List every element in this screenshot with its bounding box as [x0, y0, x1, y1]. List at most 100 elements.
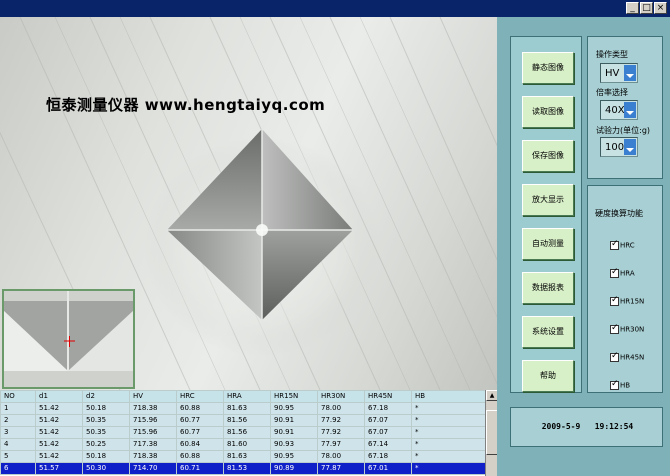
- table-cell: 67.18: [364, 402, 412, 415]
- measurement-table: NO d1 d2 HV HRC HRA HR15N HR30N HR45N HB…: [0, 390, 486, 475]
- table-cell: 81.63: [223, 450, 271, 463]
- checkbox-hrc[interactable]: HRC: [610, 239, 635, 250]
- table-cell: 77.92: [317, 414, 365, 427]
- column-header[interactable]: HV: [129, 390, 177, 403]
- column-header[interactable]: HR15N: [270, 390, 318, 403]
- table-cell: 60.77: [176, 426, 224, 439]
- column-header[interactable]: NO: [0, 390, 36, 403]
- check-icon[interactable]: [610, 239, 619, 250]
- window-titlebar: _ □ ×: [0, 0, 670, 17]
- table-cell: 51.57: [35, 462, 83, 475]
- table-cell: 50.18: [82, 450, 130, 463]
- table-row[interactable]: 5 51.42 50.18 718.38 60.88 81.63 90.95 78.00 67.…: [0, 450, 486, 463]
- table-cell: 50.25: [82, 438, 130, 451]
- check-icon[interactable]: [610, 351, 619, 362]
- image-viewport[interactable]: 恒泰测量仪器 www.hengtaiyq.com: [0, 17, 497, 390]
- table-cell: 718.38: [129, 450, 177, 463]
- table-cell: 81.60: [223, 438, 271, 451]
- table-cell: 715.96: [129, 414, 177, 427]
- checkbox-hr45n[interactable]: HR45N: [610, 351, 644, 362]
- table-scrollbar[interactable]: ▲: [485, 390, 497, 476]
- maximize-button[interactable]: □: [640, 2, 653, 14]
- table-row[interactable]: 1 51.42 50.18 718.38 60.88 81.63 90.95 78.00 67.…: [0, 402, 486, 415]
- table-row[interactable]: 2 51.42 50.35 715.96 60.77 81.56 90.91 77.92 67.…: [0, 414, 486, 427]
- close-button[interactable]: ×: [654, 2, 667, 14]
- minimize-button[interactable]: _: [626, 2, 639, 14]
- table-cell: 5: [0, 450, 36, 463]
- table-cell: 90.93: [270, 438, 318, 451]
- table-cell: 60.84: [176, 438, 224, 451]
- checkbox-hr15n[interactable]: HR15N: [610, 295, 644, 306]
- column-header[interactable]: HB: [411, 390, 486, 403]
- check-icon[interactable]: [610, 295, 619, 306]
- table-row[interactable]: 3 51.42 50.35 715.96 60.77 81.56 90.91 77.92 67.…: [0, 426, 486, 439]
- zoom-inset: [2, 289, 135, 389]
- checkbox-hb[interactable]: HB: [610, 379, 630, 390]
- table-row[interactable]: 6 51.57 50.30 714.70 60.71 81.53 90.89 77.87 67.…: [0, 462, 486, 475]
- data-report-button[interactable]: 数据报表: [522, 272, 574, 304]
- hardness-conversion-panel: 硬度换算功能 HRC HRA HR15N HR30N HR45N HB: [587, 185, 663, 393]
- chevron-down-icon[interactable]: [624, 139, 636, 155]
- table-cell: 4: [0, 438, 36, 451]
- table-cell: 67.14: [364, 438, 412, 451]
- table-cell: 90.95: [270, 402, 318, 415]
- scrollbar-thumb[interactable]: [486, 410, 497, 455]
- check-icon[interactable]: [610, 379, 619, 390]
- static-image-button[interactable]: 静态图像: [522, 52, 574, 84]
- table-cell: 50.30: [82, 462, 130, 475]
- column-header[interactable]: HRA: [223, 390, 271, 403]
- table-cell: 90.89: [270, 462, 318, 475]
- check-icon[interactable]: [610, 323, 619, 334]
- table-cell: 51.42: [35, 426, 83, 439]
- table-cell: *: [411, 402, 486, 415]
- table-cell: 51.42: [35, 450, 83, 463]
- table-cell: 1: [0, 402, 36, 415]
- table-cell: 715.96: [129, 426, 177, 439]
- chevron-down-icon[interactable]: [624, 102, 636, 118]
- table-cell: 67.01: [364, 462, 412, 475]
- help-button[interactable]: 帮助: [522, 360, 574, 392]
- op-type-select[interactable]: HV: [600, 63, 638, 83]
- checkbox-hra[interactable]: HRA: [610, 267, 635, 278]
- table-row[interactable]: 4 51.42 50.25 717.38 60.84 81.60 90.93 77.97 67.…: [0, 438, 486, 451]
- table-cell: *: [411, 426, 486, 439]
- table-cell: 81.56: [223, 414, 271, 427]
- read-image-button[interactable]: 读取图像: [522, 96, 574, 128]
- auto-measure-button[interactable]: 自动测量: [522, 228, 574, 260]
- table-cell: 60.71: [176, 462, 224, 475]
- table-cell: 90.91: [270, 414, 318, 427]
- table-cell: 51.42: [35, 438, 83, 451]
- test-force-select[interactable]: 1000: [600, 137, 638, 157]
- table-cell: 60.88: [176, 450, 224, 463]
- table-cell: 2: [0, 414, 36, 427]
- watermark-text: 恒泰测量仪器 www.hengtaiyq.com: [46, 96, 326, 114]
- table-cell: 50.18: [82, 402, 130, 415]
- chevron-down-icon[interactable]: [624, 65, 636, 81]
- scroll-up-icon[interactable]: ▲: [486, 390, 497, 401]
- column-header[interactable]: d2: [82, 390, 130, 403]
- zoom-display-button[interactable]: 放大显示: [522, 184, 574, 216]
- magnification-select[interactable]: 40X: [600, 100, 638, 120]
- datetime-display: 2009-5-9 19:12:54: [541, 422, 634, 431]
- checkbox-hr30n[interactable]: HR30N: [610, 323, 644, 334]
- table-cell: *: [411, 450, 486, 463]
- table-cell: 6: [0, 462, 36, 475]
- system-settings-button[interactable]: 系统设置: [522, 316, 574, 348]
- table-cell: 717.38: [129, 438, 177, 451]
- table-cell: 60.77: [176, 414, 224, 427]
- table-cell: 81.53: [223, 462, 271, 475]
- column-header[interactable]: d1: [35, 390, 83, 403]
- column-header[interactable]: HR45N: [364, 390, 412, 403]
- column-header[interactable]: HR30N: [317, 390, 365, 403]
- hardness-title: 硬度换算功能: [595, 209, 643, 218]
- table-cell: 81.63: [223, 402, 271, 415]
- table-cell: 50.35: [82, 414, 130, 427]
- test-force-label: 试验力(单位:g): [596, 126, 651, 135]
- table-cell: 78.00: [317, 450, 365, 463]
- column-header[interactable]: HRC: [176, 390, 224, 403]
- save-image-button[interactable]: 保存图像: [522, 140, 574, 172]
- options-panel: 操作类型 HV 倍率选择 40X 试验力(单位:g) 1000: [587, 36, 663, 179]
- zoom-inset-image: [4, 291, 133, 387]
- check-icon[interactable]: [610, 267, 619, 278]
- datetime-panel: 2009-5-9 19:12:54: [510, 407, 663, 447]
